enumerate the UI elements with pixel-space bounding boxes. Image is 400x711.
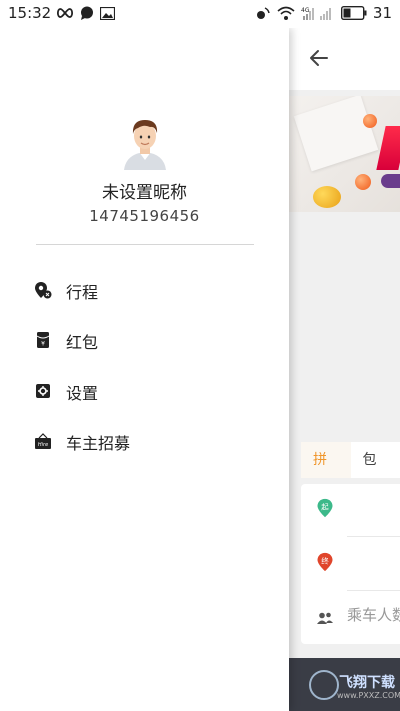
user-nickname[interactable]: 未设置昵称 [0, 178, 289, 203]
gold-coin-graphic [313, 186, 341, 208]
end-pin-label: 终 [321, 555, 329, 565]
banner-red-graphic [376, 126, 400, 170]
start-pin-icon: 起 [317, 498, 333, 518]
tab-carpool[interactable]: 拼车 [301, 442, 351, 504]
back-arrow-icon[interactable] [307, 46, 331, 70]
battery-level: 31 [372, 4, 392, 22]
trip-pin-icon [35, 282, 52, 299]
menu-item-driver-recruit[interactable]: Hire 车主招募 [0, 421, 289, 461]
menu-label-trips: 行程 [66, 283, 99, 302]
start-pin-label: 起 [321, 502, 329, 511]
battery-icon [340, 6, 367, 20]
passenger-count-input[interactable]: 乘车人数 [347, 604, 400, 625]
watermark-url: www.PXXZ.COM [337, 691, 400, 700]
main-header [289, 28, 400, 90]
navigation-drawer: 未设置昵称 14745196456 行程 ¥ 红包 设置 Hire 车主招募 [0, 28, 289, 711]
envelope-graphic [293, 96, 379, 172]
hire-sign-icon: Hire [35, 433, 51, 449]
menu-label-red-packet: 红包 [66, 333, 99, 352]
orange-ball-graphic [363, 114, 377, 128]
passengers-icon [317, 612, 333, 624]
net-label: 4G [301, 7, 310, 14]
menu-label-settings: 设置 [66, 384, 99, 403]
main-page: 拼车 包车 起 终 乘车人数 飞翔下载 www.PXXZ.COM [289, 28, 400, 711]
chat-bubble-icon [81, 6, 93, 20]
wifi-icon [277, 6, 295, 20]
menu-item-red-packet[interactable]: ¥ 红包 [0, 320, 289, 360]
form-divider [347, 536, 400, 537]
infinity-icon [56, 8, 74, 18]
svg-text:¥: ¥ [41, 341, 45, 348]
watermark-logo-icon [309, 670, 339, 700]
watermark-text: 飞翔下载 [339, 675, 395, 691]
banner-purple-graphic [381, 174, 400, 188]
bottom-bar: 飞翔下载 www.PXXZ.COM [289, 658, 400, 711]
end-pin-icon: 终 [317, 552, 333, 572]
menu-label-driver-recruit: 车主招募 [66, 434, 131, 453]
drawer-divider [36, 244, 254, 245]
settings-icon [36, 384, 50, 398]
orange-ball-graphic [355, 174, 371, 190]
promo-banner[interactable] [289, 96, 400, 212]
avatar[interactable] [122, 116, 168, 170]
user-phone: 14745196456 [89, 207, 200, 225]
trip-form: 起 终 乘车人数 [301, 484, 400, 644]
nfc-icon [256, 7, 270, 19]
image-icon [100, 6, 115, 20]
svg-text:Hire: Hire [38, 442, 48, 448]
form-divider [347, 590, 400, 591]
red-packet-icon: ¥ [36, 332, 50, 348]
status-bar: 15:32 4G 31 [0, 0, 400, 28]
tab-charter[interactable]: 包车 [351, 442, 400, 504]
menu-item-trips[interactable]: 行程 [0, 270, 289, 310]
status-time: 15:32 [8, 4, 52, 22]
ride-type-tabs: 拼车 包车 [301, 442, 400, 504]
signal-icon: 4G [301, 7, 331, 20]
menu-item-settings[interactable]: 设置 [0, 371, 289, 411]
